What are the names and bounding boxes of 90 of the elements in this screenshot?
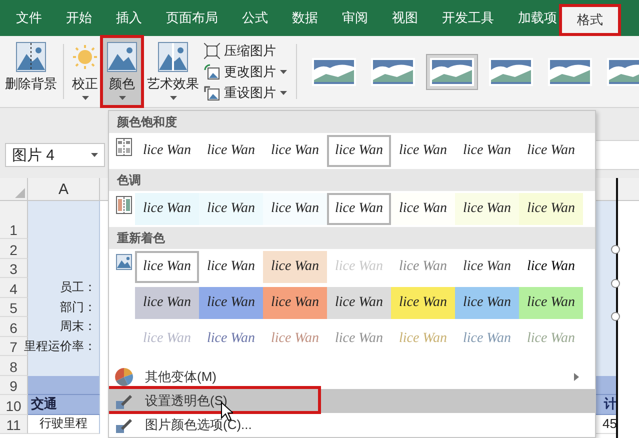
row-header[interactable]: 9	[0, 376, 28, 395]
artistic-effects-button[interactable]: 艺术效果	[146, 36, 200, 107]
landscape-icon	[430, 58, 474, 86]
submenu-arrow-icon	[574, 373, 579, 381]
menu-item[interactable]: 图片颜色选项(C)...	[109, 413, 595, 437]
triangle-icon	[15, 188, 25, 198]
caret-icon	[91, 153, 98, 157]
landscape-icon	[116, 254, 132, 270]
color-option[interactable]: lice Wan	[263, 193, 327, 225]
table-cell: 员工：	[28, 278, 100, 298]
compress-icon	[204, 42, 220, 58]
section-header: 重新着色	[109, 227, 595, 249]
compress-pictures-button[interactable]: 压缩图片	[202, 42, 289, 60]
ribbon-tab[interactable]: 数据	[280, 0, 330, 36]
table-cell	[596, 356, 617, 376]
landscape-icon	[107, 42, 137, 72]
landscape-icon	[548, 58, 592, 86]
color-option[interactable]: lice Wan	[263, 251, 327, 283]
ribbon-tab[interactable]: 开发工具	[430, 0, 506, 36]
table-cell: 部门：	[28, 298, 100, 317]
pen-icon	[115, 392, 133, 410]
section-header: 色调	[109, 169, 595, 191]
ribbon-tab[interactable]: 开始	[54, 0, 104, 36]
row-header[interactable]: 6	[0, 317, 28, 336]
ribbon-tab[interactable]: 公式	[230, 0, 280, 36]
table-cell: 行驶里程	[28, 414, 100, 434]
color-option[interactable]: lice Wan	[519, 193, 583, 225]
sun-icon	[70, 42, 100, 72]
table-cell	[596, 376, 617, 395]
color-option[interactable]: lice Wan	[263, 287, 327, 319]
color-option[interactable]: lice Wan	[455, 193, 519, 225]
color-button[interactable]: 颜色	[101, 36, 143, 107]
row-header[interactable]: 10	[0, 395, 28, 414]
landscape-icon	[489, 58, 533, 86]
ribbon-tab[interactable]: 页面布局	[154, 0, 230, 36]
row-header[interactable]: 3	[0, 258, 28, 278]
caret-icon	[170, 96, 176, 100]
row-header[interactable]: 1	[0, 201, 28, 239]
landscape-icon	[371, 58, 415, 86]
color-option[interactable]: lice Wan	[391, 287, 455, 319]
row-header[interactable]: 11	[0, 414, 28, 434]
change-picture-button[interactable]: 更改图片	[202, 62, 289, 80]
color-option[interactable]: lice Wan	[135, 193, 199, 225]
color-option[interactable]: lice Wan	[199, 193, 263, 225]
remove-background-button[interactable]: 删除背景	[4, 36, 58, 107]
column-header[interactable]: A	[28, 178, 100, 200]
color-option[interactable]: lice Wan	[327, 287, 391, 319]
color-option[interactable]: lice Wan	[135, 287, 199, 319]
menu-item[interactable]: 其他变体(M)	[109, 365, 595, 389]
color-option[interactable]: lice Wan	[327, 135, 391, 167]
landscape-icon	[312, 58, 356, 86]
name-box-value: 图片 4	[12, 146, 55, 164]
change-picture-icon	[204, 64, 220, 80]
reset-picture-icon	[204, 84, 220, 100]
ribbon-tab[interactable]: 加载项	[506, 0, 559, 36]
landscape-icon	[16, 42, 46, 72]
color-option[interactable]: lice Wan	[135, 251, 199, 283]
name-box[interactable]: 图片 4	[5, 143, 105, 167]
color-option[interactable]: lice Wan	[519, 287, 583, 319]
section-header: 颜色饱和度	[109, 111, 595, 133]
landscape-icon	[158, 42, 188, 72]
caret-icon	[118, 96, 126, 100]
color-option[interactable]: lice Wan	[199, 287, 263, 319]
caret-icon	[280, 70, 287, 74]
row-header[interactable]: 4	[0, 278, 28, 298]
color-option[interactable]: lice Wan	[391, 193, 455, 225]
ribbon-tab[interactable]: 格式	[559, 4, 621, 36]
color-option[interactable]: lice Wan	[327, 193, 391, 225]
table-cell: 交通	[28, 395, 100, 414]
table-cell	[596, 201, 617, 239]
pen-icon	[115, 416, 133, 434]
row-header[interactable]: 8	[0, 356, 28, 376]
ribbon-tab[interactable]: 视图	[380, 0, 430, 36]
color-wheel-icon	[115, 368, 133, 386]
caret-icon	[280, 90, 287, 94]
table-cell: 45	[596, 414, 617, 434]
row-header[interactable]: 5	[0, 298, 28, 317]
reset-picture-button[interactable]: 重设图片	[202, 84, 289, 102]
picture-pair-icon	[116, 138, 132, 156]
ribbon-tab[interactable]: 审阅	[330, 0, 380, 36]
corrections-button[interactable]: 校正	[69, 36, 101, 107]
ribbon-tab[interactable]: 插入	[104, 0, 154, 36]
picture-style-button[interactable]	[426, 54, 478, 90]
table-cell: 周末：	[28, 317, 100, 336]
caret-icon	[82, 96, 88, 100]
row-header[interactable]: 2	[0, 239, 28, 258]
table-cell: 计	[596, 395, 617, 414]
color-option[interactable]: lice Wan	[455, 287, 519, 319]
picture-pair-icon	[116, 196, 132, 214]
ribbon-tab[interactable]: 文件	[4, 0, 54, 36]
